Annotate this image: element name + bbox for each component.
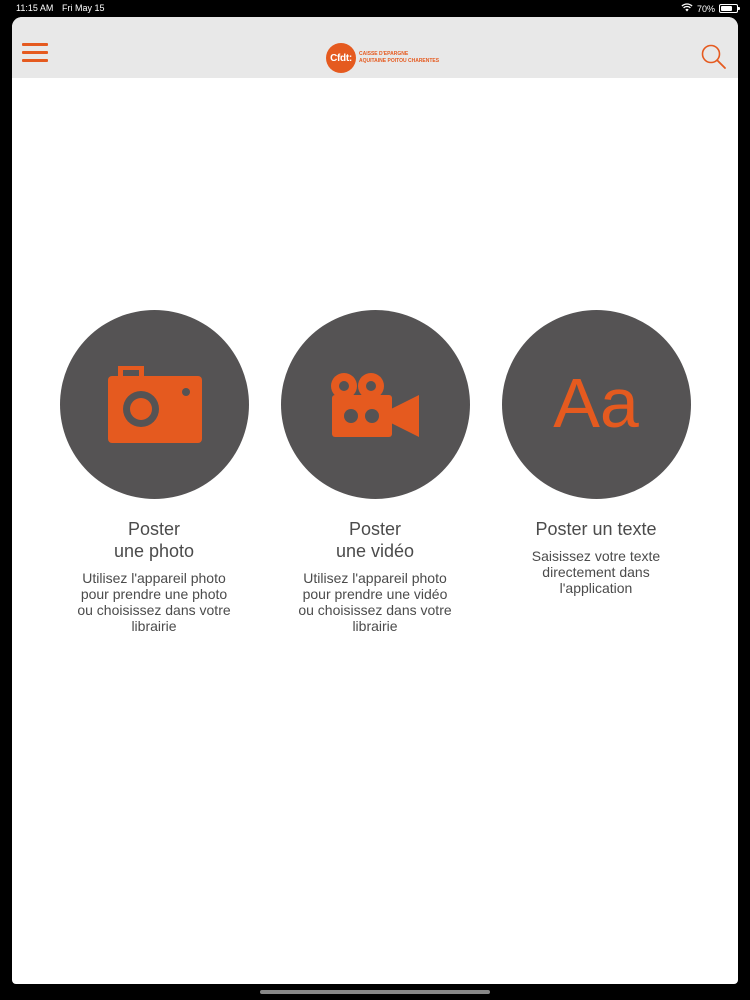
post-photo-title-line-1: Poster (127, 519, 181, 539)
nav-bar: Cfdt: CAISSE D'EPARGNE AQUITAINE POITOU … (12, 17, 738, 78)
post-photo-title: Poster une photo (54, 518, 254, 562)
post-text-description: Saisissez votre texte directement dans l… (531, 548, 661, 596)
wifi-icon (681, 3, 693, 14)
post-text-title-line-1: Poster un texte (535, 519, 657, 539)
post-video-circle[interactable] (280, 310, 470, 499)
status-right: 70% (681, 3, 740, 14)
search-icon[interactable] (700, 43, 728, 71)
battery-icon (719, 4, 740, 13)
post-video-title: Poster une vidéo (275, 518, 475, 562)
text-icon: Aa (553, 363, 639, 442)
logo-line-1: CAISSE D'EPARGNE (359, 51, 409, 57)
post-text-circle[interactable]: Aa (501, 310, 691, 499)
app-window: Cfdt: CAISSE D'EPARGNE AQUITAINE POITOU … (12, 17, 738, 984)
post-photo-description: Utilisez l'appareil photo pour prendre u… (77, 570, 231, 634)
home-indicator[interactable] (260, 990, 490, 994)
post-photo-option[interactable]: Poster une photo Utilisez l'appareil pho… (54, 310, 254, 634)
logo-text: CAISSE D'EPARGNE AQUITAINE POITOU CHAREN… (359, 51, 439, 65)
post-text-option[interactable]: Aa Poster un texte Saisissez votre texte… (496, 310, 696, 596)
logo-line-2: AQUITAINE POITOU CHARENTES (359, 58, 440, 64)
video-camera-icon (331, 372, 419, 437)
camera-icon (108, 365, 202, 443)
app-logo: Cfdt: CAISSE D'EPARGNE AQUITAINE POITOU … (326, 41, 439, 75)
post-text-title: Poster un texte (496, 518, 696, 540)
post-photo-title-line-2: une photo (113, 541, 195, 561)
post-video-option[interactable]: Poster une vidéo Utilisez l'appareil pho… (275, 310, 475, 634)
post-video-title-line-2: une vidéo (335, 541, 415, 561)
post-video-description: Utilisez l'appareil photo pour prendre u… (298, 570, 452, 634)
status-date: Fri May 15 (62, 3, 105, 13)
logo-mark: Cfdt: (326, 43, 356, 73)
battery-fill (721, 6, 732, 11)
hamburger-menu-icon[interactable] (22, 43, 48, 65)
status-time: 11:15 AM (16, 3, 54, 13)
post-video-title-line-1: Poster (348, 519, 402, 539)
battery-percent: 70% (696, 3, 715, 14)
post-photo-circle[interactable] (59, 310, 249, 499)
status-bar: 11:15 AM Fri May 15 70% (0, 0, 750, 16)
